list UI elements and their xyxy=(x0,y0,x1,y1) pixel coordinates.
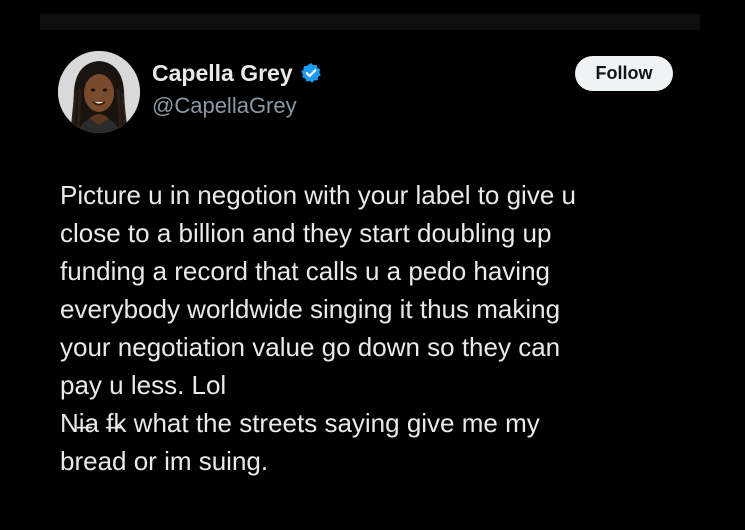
tweet-text-line: everybody worldwide singing it thus maki… xyxy=(60,294,561,324)
tweet-text-line: pay u less. Lol xyxy=(60,370,227,400)
avatar-photo-icon xyxy=(58,51,140,133)
tweet-card: Capella Grey @CapellaGrey Follow Picture… xyxy=(0,0,745,530)
user-name-row: Capella Grey xyxy=(152,59,322,87)
verified-badge-icon xyxy=(300,62,322,84)
tweet-text: Picture u in negotion with your label to… xyxy=(60,176,700,480)
follow-button[interactable]: Follow xyxy=(575,56,673,91)
tweet-text-line: Ni̶̶a f̶̶k what the streets saying give … xyxy=(60,408,540,438)
tweet-text-line: Picture u in negotion with your label to… xyxy=(60,180,576,210)
tweet-text-line: close to a billion and they start doubli… xyxy=(60,218,552,248)
user-display-name[interactable]: Capella Grey xyxy=(152,59,293,87)
user-handle[interactable]: @CapellaGrey xyxy=(152,92,297,120)
tweet-text-line: funding a record that calls u a pedo hav… xyxy=(60,256,551,286)
tweet-text-line: your negotiation value go down so they c… xyxy=(60,332,561,362)
user-avatar[interactable] xyxy=(58,51,140,133)
tweet-text-line: bread or im suing. xyxy=(60,446,269,476)
